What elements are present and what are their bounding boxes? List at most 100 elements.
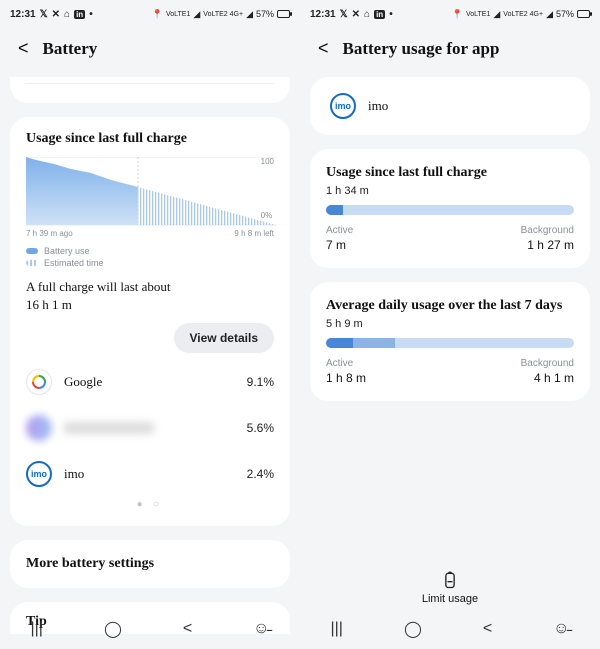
nav-back-icon[interactable]: <: [183, 620, 192, 638]
legend-swatch-use: [26, 248, 38, 254]
nav-accessibility-icon[interactable]: ☺̵: [553, 620, 569, 638]
avg-title: Average daily usage over the last 7 days: [326, 298, 574, 314]
more-settings-card[interactable]: More battery settings: [10, 540, 290, 588]
limit-usage-label: Limit usage: [300, 593, 600, 605]
background-label: Background: [521, 358, 574, 369]
nav-recents-icon[interactable]: |||: [30, 620, 42, 638]
net-1: VoLTE1: [166, 11, 190, 18]
imo-icon: imo: [330, 93, 356, 119]
location-icon: 📍: [452, 9, 463, 20]
status-x-icon-2: ✕: [52, 9, 60, 20]
status-linkedin-icon: in: [374, 10, 385, 19]
usage-card: Usage since last full charge 100 0%: [10, 117, 290, 526]
page-title: Battery usage for app: [343, 39, 500, 59]
nav-home-icon[interactable]: ◯: [404, 619, 422, 639]
signal-icon-2: ◢: [246, 9, 253, 20]
status-x-icon: 𝕏: [340, 9, 348, 20]
imo-icon: imo: [26, 461, 52, 487]
status-linkedin-icon: in: [74, 10, 85, 19]
battery-icon: [577, 10, 590, 18]
page-indicator[interactable]: ● ○: [26, 499, 274, 510]
net-2: VoLTE2 4G+: [203, 11, 243, 18]
usage-title: Usage since last full charge: [26, 131, 274, 147]
nav-bar: ||| ◯ < ☺̵: [0, 609, 300, 649]
status-bar: 12:31 𝕏 ✕ ⌂ in • 📍 VoLTE1 ◢ VoLTE2 4G+ ◢…: [300, 4, 600, 24]
estimate-text: A full charge will last about 16 h 1 m: [26, 278, 274, 313]
app-list: Google 9.1% 5.6% imo imo 2.4% ● ○: [26, 359, 274, 510]
chart-y-100: 100: [261, 157, 274, 166]
page-title: Battery: [43, 39, 98, 59]
usage-total: 1 h 34 m: [326, 185, 574, 197]
status-x-icon-2: ✕: [352, 9, 360, 20]
app-row-imo[interactable]: imo imo 2.4%: [26, 451, 274, 497]
nav-accessibility-icon[interactable]: ☺̵: [253, 620, 269, 638]
background-value: 1 h 27 m: [521, 238, 574, 252]
limit-usage-button[interactable]: Limit usage: [300, 570, 600, 605]
more-settings-label: More battery settings: [26, 556, 274, 572]
legend-use: Battery use: [44, 246, 90, 256]
legend-swatch-est: [26, 260, 38, 266]
phone-right: 12:31 𝕏 ✕ ⌂ in • 📍 VoLTE1 ◢ VoLTE2 4G+ ◢…: [300, 0, 600, 649]
nav-recents-icon[interactable]: |||: [330, 620, 342, 638]
app-row-redacted[interactable]: 5.6%: [26, 405, 274, 451]
back-icon[interactable]: <: [18, 38, 29, 59]
active-value: 1 h 8 m: [326, 371, 366, 385]
limit-usage-icon: [440, 570, 460, 590]
estimate-line-1: A full charge will last about: [26, 278, 274, 296]
google-icon: [26, 369, 52, 395]
battery-pct: 57%: [556, 9, 574, 19]
page-header: < Battery usage for app: [300, 24, 600, 77]
legend-est: Estimated time: [44, 258, 104, 268]
background-value: 4 h 1 m: [521, 371, 574, 385]
status-time: 12:31: [10, 9, 36, 20]
app-pct: 2.4%: [247, 467, 274, 481]
back-icon[interactable]: <: [318, 38, 329, 59]
battery-icon: [277, 10, 290, 18]
app-name: Google: [64, 374, 102, 390]
battery-pct: 57%: [256, 9, 274, 19]
page-header: < Battery: [0, 24, 300, 77]
status-bar: 12:31 𝕏 ✕ ⌂ in • 📍 VoLTE1 ◢ VoLTE2 4G+ ◢…: [0, 4, 300, 24]
usage-since-charge-card: Usage since last full charge 1 h 34 m Ac…: [310, 149, 590, 268]
signal-icon-1: ◢: [493, 9, 500, 20]
app-name: imo: [64, 466, 84, 482]
chart-svg: [26, 157, 276, 227]
app-name: imo: [368, 98, 388, 114]
usage-bar: [326, 205, 574, 215]
background-label: Background: [521, 225, 574, 236]
active-label: Active: [326, 358, 366, 369]
status-shield-icon: ⌂: [364, 9, 370, 20]
top-slice-card: [10, 77, 290, 103]
nav-back-icon[interactable]: <: [483, 620, 492, 638]
app-identity-card: imo imo: [310, 77, 590, 135]
status-shield-icon: ⌂: [64, 9, 70, 20]
estimate-line-2: 16 h 1 m: [26, 296, 274, 314]
status-more-icon: •: [89, 9, 93, 20]
nav-home-icon[interactable]: ◯: [104, 619, 122, 639]
app-row-google[interactable]: Google 9.1%: [26, 359, 274, 405]
nav-bar: ||| ◯ < ☺̵: [300, 609, 600, 649]
net-1: VoLTE1: [466, 11, 490, 18]
chart-legend: Battery use Estimated time: [26, 246, 274, 268]
usage-title: Usage since last full charge: [326, 165, 574, 181]
redacted-icon: [26, 415, 52, 441]
status-more-icon: •: [389, 9, 393, 20]
status-x-icon: 𝕏: [40, 9, 48, 20]
active-label: Active: [326, 225, 353, 236]
app-pct: 9.1%: [247, 375, 274, 389]
signal-icon-2: ◢: [546, 9, 553, 20]
chart-y-0: 0%: [261, 211, 274, 220]
active-value: 7 m: [326, 238, 353, 252]
net-2: VoLTE2 4G+: [503, 11, 543, 18]
app-pct: 5.6%: [247, 421, 274, 435]
status-time: 12:31: [310, 9, 336, 20]
avg-total: 5 h 9 m: [326, 318, 574, 330]
location-icon: 📍: [152, 9, 163, 20]
view-details-button[interactable]: View details: [174, 323, 274, 353]
chart-x-start: 7 h 39 m ago: [26, 229, 73, 238]
phone-left: 12:31 𝕏 ✕ ⌂ in • 📍 VoLTE1 ◢ VoLTE2 4G+ ◢…: [0, 0, 300, 649]
avg-bar: [326, 338, 574, 348]
signal-icon-1: ◢: [193, 9, 200, 20]
avg-usage-card: Average daily usage over the last 7 days…: [310, 282, 590, 401]
battery-chart[interactable]: 100 0%: [26, 157, 274, 238]
